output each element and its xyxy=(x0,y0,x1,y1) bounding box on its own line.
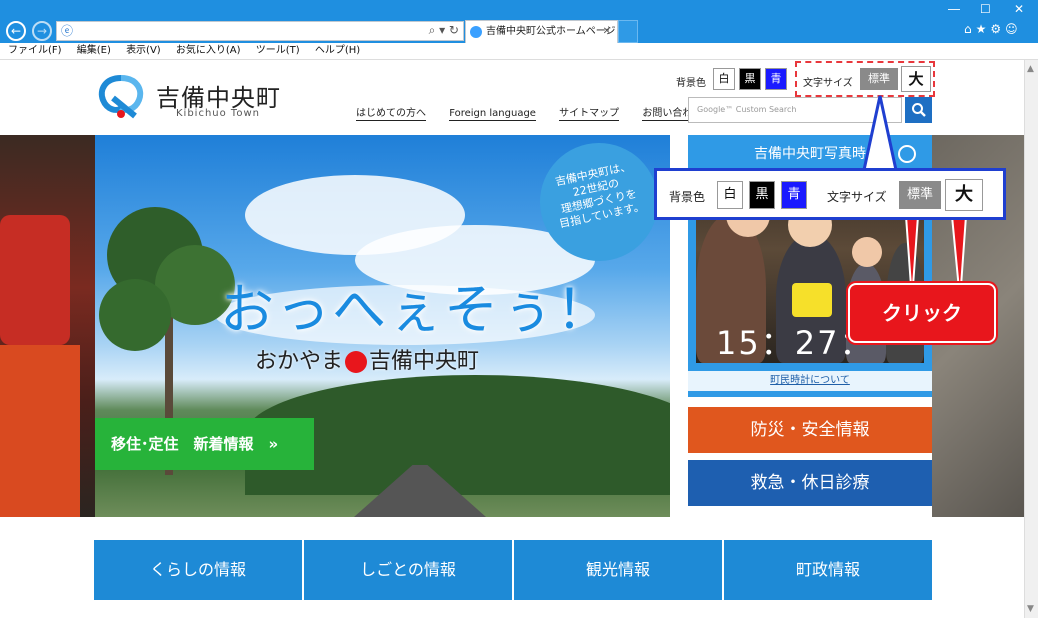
category-nav: くらしの情報 しごとの情報 観光情報 町政情報 xyxy=(94,540,932,600)
callout-font-standard-button[interactable]: 標準 xyxy=(899,181,941,209)
bg-white-button[interactable]: 白 xyxy=(713,68,735,90)
callout-bg-blue-button[interactable]: 青 xyxy=(781,181,807,209)
search-button[interactable] xyxy=(905,97,932,123)
callout-bg-black-button[interactable]: 黒 xyxy=(749,181,775,209)
hero-slogan: おっへぇそぅ！ xyxy=(220,278,612,341)
tab-close-icon[interactable]: ✕ xyxy=(603,21,611,43)
menu-bar: ファイル(F) 編集(E) 表示(V) お気に入り(A) ツール(T) ヘルプ(… xyxy=(0,43,1038,60)
callout-font-size-label: 文字サイズ xyxy=(827,190,887,204)
app-window: ― ☐ ✕ ← → ⓔ ⌕ ▾ ↻ 吉備中央町公式ホームページ ✕ ⌂★⚙☺ フ… xyxy=(0,0,1038,618)
site-name-roman: Kibichuo Town xyxy=(176,108,260,119)
callout-bg-color-label: 背景色 xyxy=(669,190,706,204)
scroll-down-icon[interactable]: ▼ xyxy=(1027,604,1034,614)
vertical-scrollbar[interactable]: ▲ ▼ xyxy=(1024,60,1038,618)
close-icon[interactable]: ✕ xyxy=(1014,2,1024,16)
category-work[interactable]: しごとの情報 xyxy=(304,540,512,600)
menu-file[interactable]: ファイル(F) xyxy=(8,45,62,56)
photo-clock-title: 吉備中央町写真時 xyxy=(754,146,866,162)
browser-tab[interactable]: 吉備中央町公式ホームページ ✕ xyxy=(465,20,618,43)
ie-page-icon: ⓔ xyxy=(61,24,74,38)
minimize-icon[interactable]: ― xyxy=(948,2,960,16)
browser-chrome: ― ☐ ✕ ← → ⓔ ⌕ ▾ ↻ 吉備中央町公式ホームページ ✕ ⌂★⚙☺ xyxy=(0,0,1038,43)
clock-icon xyxy=(898,145,916,163)
back-icon[interactable]: ← xyxy=(6,21,26,41)
link-sitemap[interactable]: サイトマップ xyxy=(559,108,620,121)
menu-view[interactable]: 表示(V) xyxy=(126,45,161,56)
town-clock-about-link[interactable]: 町民時計について xyxy=(688,371,932,391)
category-government[interactable]: 町政情報 xyxy=(724,540,932,600)
highlight-dashed-box xyxy=(795,61,935,97)
search-refresh-icons[interactable]: ⌕ ▾ ↻ xyxy=(429,23,459,38)
tab-title: 吉備中央町公式ホームページ xyxy=(486,26,616,37)
favicon-icon xyxy=(470,26,482,38)
category-tourism[interactable]: 観光情報 xyxy=(514,540,722,600)
search-icon xyxy=(912,103,926,117)
forward-icon[interactable]: → xyxy=(32,21,52,41)
category-living[interactable]: くらしの情報 xyxy=(94,540,302,600)
menu-favorites[interactable]: お気に入り(A) xyxy=(176,45,241,56)
header-links: はじめての方へ Foreign language サイトマップ お問い合わせ xyxy=(356,104,722,121)
zoomed-settings-callout: 背景色 白 黒 青 文字サイズ 標準 大 xyxy=(654,168,1006,220)
okayama-emblem-icon xyxy=(345,351,368,373)
click-instruction-badge: クリック xyxy=(848,283,996,343)
emergency-clinic-button[interactable]: 救急・休日診療 xyxy=(688,460,932,506)
bg-black-button[interactable]: 黒 xyxy=(739,68,761,90)
link-foreign-language[interactable]: Foreign language xyxy=(449,108,536,121)
bg-color-label: 背景色 xyxy=(676,78,706,89)
hero-subslogan: おかやま 吉備中央町 xyxy=(255,349,480,374)
link-first-visit[interactable]: はじめての方へ xyxy=(356,108,426,121)
menu-help[interactable]: ヘルプ(H) xyxy=(315,45,360,56)
bg-blue-button[interactable]: 青 xyxy=(765,68,787,90)
search-input[interactable]: Google™ Custom Search xyxy=(688,97,902,123)
scroll-up-icon[interactable]: ▲ xyxy=(1027,64,1034,74)
slideshow-prev-image[interactable] xyxy=(0,135,95,517)
migration-news-button[interactable]: 移住･定住 新着情報 » xyxy=(95,418,314,470)
menu-edit[interactable]: 編集(E) xyxy=(77,45,111,56)
home-star-gear-smile-icons[interactable]: ⌂★⚙☺ xyxy=(964,22,1022,36)
callout-font-large-button[interactable]: 大 xyxy=(945,179,983,211)
maximize-icon[interactable]: ☐ xyxy=(980,2,991,16)
address-bar[interactable]: ⓔ ⌕ ▾ ↻ xyxy=(56,21,464,41)
callout-bg-white-button[interactable]: 白 xyxy=(717,181,743,209)
menu-tools[interactable]: ツール(T) xyxy=(256,45,300,56)
disaster-safety-button[interactable]: 防災・安全情報 xyxy=(688,407,932,453)
town-logo-icon[interactable] xyxy=(95,74,147,120)
new-tab-button[interactable] xyxy=(618,20,638,43)
